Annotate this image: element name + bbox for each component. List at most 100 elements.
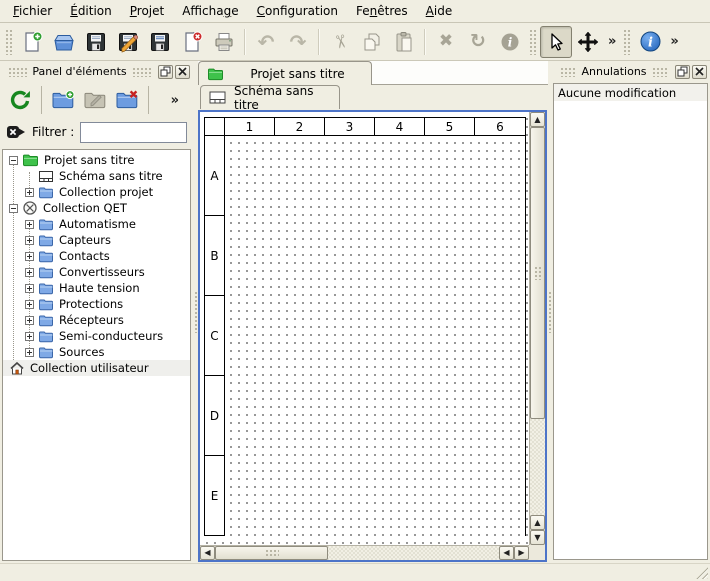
about-button[interactable]: i [634,26,666,58]
new-document-icon [21,31,43,53]
tree-item-sources[interactable]: Sources [3,344,190,360]
tree-item-capteurs[interactable]: Capteurs [3,232,190,248]
info-button[interactable]: i [494,26,526,58]
scroll-up-button-2[interactable]: ▲ [530,515,545,530]
diagram-drawing-area[interactable] [225,136,525,536]
expand-icon[interactable] [25,284,38,293]
vertical-scroll-track[interactable] [530,127,545,515]
expand-icon[interactable] [25,220,38,229]
vertical-scrollbar[interactable]: ▲ ▲ ▼ [529,112,545,545]
expand-icon[interactable] [25,332,38,341]
clear-filter-button[interactable] [6,124,26,140]
toolbar-overflow-button[interactable]: » [666,34,682,49]
folder-icon [38,186,54,199]
delete-category-button[interactable] [111,84,143,116]
tab-schema[interactable]: Schéma sans titre [200,85,340,109]
menu-aide[interactable]: Aide [417,2,462,20]
horizontal-scroll-track[interactable] [215,546,499,560]
open-project-button[interactable] [48,26,80,58]
menu-affichage[interactable]: Affichage [173,2,247,20]
tree-item-collection-qet[interactable]: Collection QET [3,200,190,216]
scroll-down-button[interactable]: ▼ [530,530,545,545]
undo-panel-close-button[interactable] [692,65,707,79]
tree-item-haute-tension[interactable]: Haute tension [3,280,190,296]
copy-button[interactable] [356,26,388,58]
toolbar-overflow-button[interactable]: » [167,93,183,108]
move-mode-button[interactable] [572,26,604,58]
print-button[interactable] [208,26,240,58]
collapse-icon[interactable] [9,156,22,165]
toolbar-handle[interactable] [623,29,631,55]
paste-button[interactable] [388,26,420,58]
undo-panel-float-button[interactable] [675,65,690,79]
redo-button[interactable]: ↷ [282,26,314,58]
elements-panel-float-button[interactable] [158,65,173,79]
save-all-button[interactable] [144,26,176,58]
delete-category-icon [115,90,139,110]
edit-category-button[interactable] [79,84,111,116]
toolbar-handle[interactable] [529,29,537,55]
reload-collections-button[interactable] [4,84,36,116]
tree-item-automatisme[interactable]: Automatisme [3,216,190,232]
menu-fenetres[interactable]: Fenêtres [347,2,417,20]
horizontal-scroll-thumb[interactable] [215,546,328,560]
menu-edition[interactable]: Édition [61,2,121,20]
save-button[interactable] [80,26,112,58]
tab-project-label: Projet sans titre [232,67,363,81]
new-document-button[interactable] [16,26,48,58]
project-folder-icon [22,153,39,167]
tree-item-schema-sans-titre[interactable]: Schéma sans titre [3,168,190,184]
resize-grip[interactable] [695,566,708,579]
tree-item-semi-conducteurs[interactable]: Semi-conducteurs [3,328,190,344]
toolbar-handle[interactable] [5,29,13,55]
vertical-scroll-thumb[interactable] [530,127,545,419]
tree-item-collection-utilisateur[interactable]: Collection utilisateur [3,360,190,376]
column-header-2: 2 [275,118,325,136]
expand-icon[interactable] [25,188,38,197]
scroll-right-button[interactable]: ▶ [514,546,529,560]
horizontal-scrollbar[interactable]: ◀ ◀ ▶ [200,545,529,560]
titlebar-texture [8,67,27,77]
undo-panel-titlebar[interactable]: Annulations [552,61,710,82]
filter-label: Filtrer : [32,125,74,139]
select-mode-button[interactable] [540,26,572,58]
menu-projet[interactable]: Projet [121,2,173,20]
close-document-button[interactable] [176,26,208,58]
expand-icon[interactable] [25,316,38,325]
tree-item-convertisseurs[interactable]: Convertisseurs [3,264,190,280]
menu-fichier[interactable]: Fichier [4,2,61,20]
new-category-button[interactable] [47,84,79,116]
delete-button[interactable]: ✖ [430,26,462,58]
filter-input[interactable] [80,122,187,143]
tree-item-projet-sans-titre[interactable]: Projet sans titre [3,152,190,168]
undo-button[interactable]: ↶ [250,26,282,58]
cut-button[interactable]: ✂ [324,26,356,58]
expand-icon[interactable] [25,252,38,261]
toolbar-overflow-button[interactable]: » [604,34,620,49]
collapse-icon[interactable] [9,204,22,213]
menu-configuration[interactable]: Configuration [248,2,347,20]
undo-list-item[interactable]: Aucune modification [554,84,707,101]
column-header-6: 6 [475,118,525,136]
undo-panel: Annulations Aucune modification [552,61,710,563]
expand-icon[interactable] [25,236,38,245]
elements-panel-close-button[interactable] [175,65,190,79]
tab-project[interactable]: Projet sans titre [198,61,372,85]
tree-item-protections[interactable]: Protections [3,296,190,312]
rotate-button[interactable]: ↻ [462,26,494,58]
toolbar-separator [41,86,42,114]
scroll-up-button[interactable]: ▲ [530,112,545,127]
copy-icon [361,31,383,53]
column-header-5: 5 [425,118,475,136]
tree-item-collection-projet[interactable]: Collection projet [3,184,190,200]
scroll-left-button[interactable]: ◀ [200,546,215,560]
elements-panel-titlebar[interactable]: Panel d'éléments [0,61,193,82]
expand-icon[interactable] [25,348,38,357]
tree-item-contacts[interactable]: Contacts [3,248,190,264]
expand-icon[interactable] [25,268,38,277]
scroll-left-button-2[interactable]: ◀ [499,546,514,560]
diagram-canvas[interactable]: 123456ABCDE [200,112,529,545]
save-as-button[interactable] [112,26,144,58]
tree-item-recepteurs[interactable]: Récepteurs [3,312,190,328]
expand-icon[interactable] [25,300,38,309]
